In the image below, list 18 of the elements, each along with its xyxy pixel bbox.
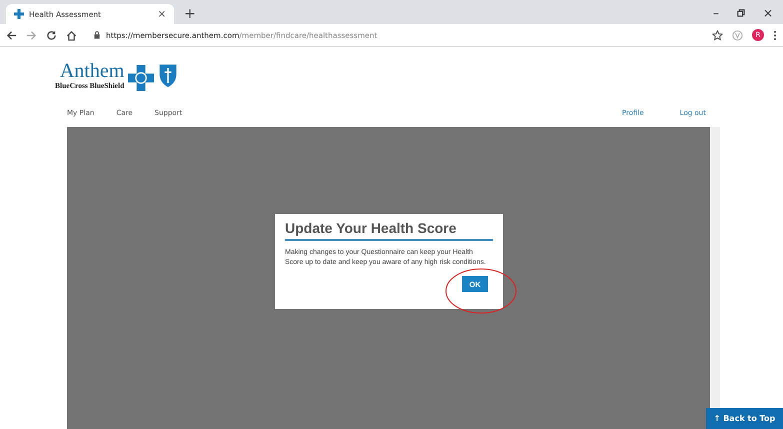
back-to-top-button[interactable]: ↑ Back to Top xyxy=(706,408,783,429)
shield-logo-icon xyxy=(158,62,178,88)
minimize-button[interactable]: – xyxy=(712,6,719,20)
back-icon[interactable] xyxy=(6,30,17,40)
dialog-title: Update Your Health Score xyxy=(285,220,493,241)
menu-icon[interactable] xyxy=(773,30,777,40)
close-tab-button[interactable]: × xyxy=(158,8,166,20)
restore-icon[interactable] xyxy=(736,9,745,17)
cross-logo-icon xyxy=(128,65,154,91)
star-icon[interactable] xyxy=(712,30,723,40)
close-window-button[interactable]: × xyxy=(762,6,773,20)
reload-icon[interactable] xyxy=(46,30,57,40)
cross-icon xyxy=(14,9,24,19)
new-tab-button[interactable]: + xyxy=(184,6,196,22)
logo-name: Anthem xyxy=(60,60,124,80)
home-icon[interactable] xyxy=(66,30,77,40)
annotation-circle xyxy=(445,268,517,314)
lock-icon xyxy=(94,31,100,39)
